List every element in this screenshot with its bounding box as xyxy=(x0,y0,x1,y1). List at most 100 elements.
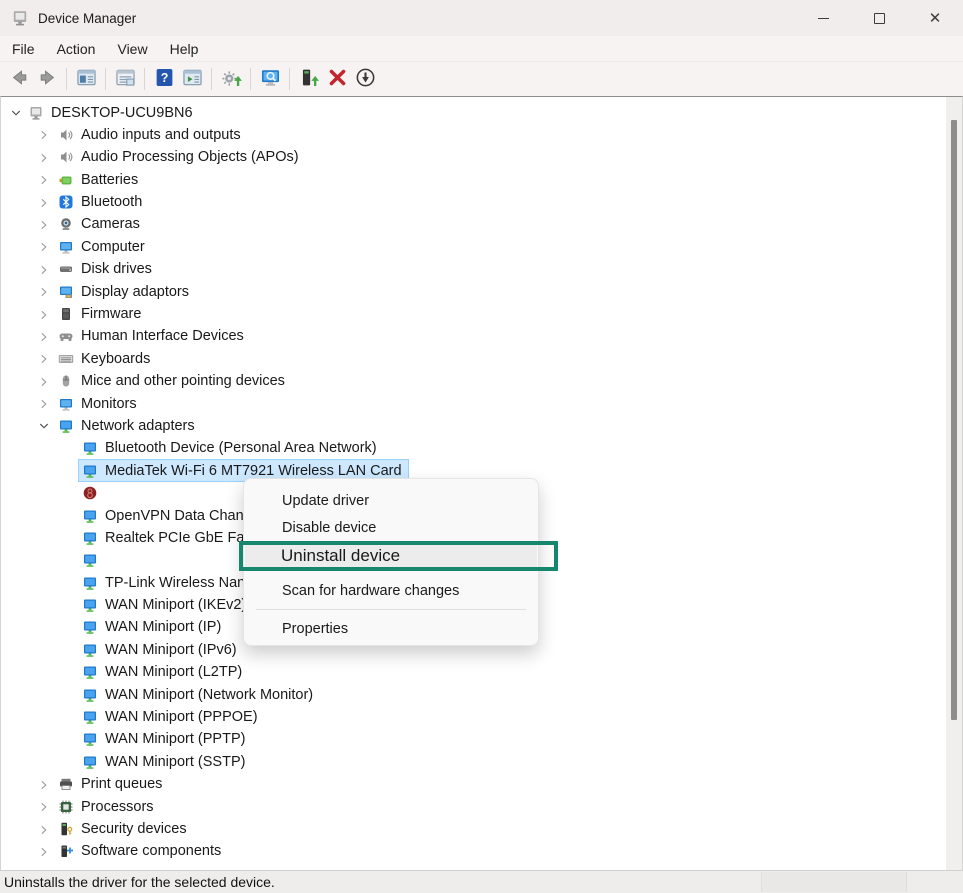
chevron-right-icon[interactable] xyxy=(37,240,51,254)
arrow-right-icon xyxy=(37,67,58,91)
tree-item-processors[interactable]: Processors xyxy=(1,796,946,818)
forward-toolbar-button[interactable] xyxy=(34,66,60,92)
vertical-scrollbar[interactable] xyxy=(946,97,962,871)
chevron-right-icon[interactable] xyxy=(37,778,51,792)
tree-item-content: WAN Miniport (PPPOE) xyxy=(79,707,264,728)
chevron-right-icon[interactable] xyxy=(37,128,51,142)
tree-item-network-adapters[interactable]: Network adapters xyxy=(1,415,946,437)
minimize-button[interactable] xyxy=(795,0,851,36)
network-icon xyxy=(82,597,98,613)
red-emblem-icon xyxy=(82,485,98,501)
tree-item-content xyxy=(79,483,111,504)
maximize-button[interactable] xyxy=(851,0,907,36)
tree-item-wan-miniport-sstp[interactable]: WAN Miniport (SSTP) xyxy=(1,751,946,773)
context-menu-item-uninstall-device[interactable]: Uninstall device xyxy=(245,541,537,571)
tree-item-software-components[interactable]: Software components xyxy=(1,841,946,863)
menu-file[interactable]: File xyxy=(1,39,46,59)
tree-item-monitors[interactable]: Monitors xyxy=(1,393,946,415)
tree-item-content: Audio Processing Objects (APOs) xyxy=(55,147,305,168)
context-menu-separator xyxy=(256,609,526,610)
tree-item-content: Keyboards xyxy=(55,348,156,369)
context-menu-item-disable-device[interactable]: Disable device xyxy=(245,514,537,541)
network-icon xyxy=(82,508,98,524)
tree-item-content: Audio inputs and outputs xyxy=(55,124,247,145)
chevron-right-icon[interactable] xyxy=(37,800,51,814)
processor-icon xyxy=(58,799,74,815)
status-bar-text: Uninstalls the driver for the selected d… xyxy=(4,874,275,890)
tree-item-content: DESKTOP-UCU9BN6 xyxy=(25,102,199,123)
tree-item-wan-miniport-pptp[interactable]: WAN Miniport (PPTP) xyxy=(1,729,946,751)
tree-item-wan-miniport-l2tp[interactable]: WAN Miniport (L2TP) xyxy=(1,662,946,684)
chevron-right-icon[interactable] xyxy=(37,397,51,411)
tree-item-firmware[interactable]: Firmware xyxy=(1,304,946,326)
chevron-right-icon[interactable] xyxy=(37,196,51,210)
close-button[interactable]: ✕ xyxy=(907,0,963,36)
chevron-right-icon[interactable] xyxy=(37,823,51,837)
menu-help[interactable]: Help xyxy=(159,39,210,59)
tree-item-mice-and-other-pointing-devices[interactable]: Mice and other pointing devices xyxy=(1,371,946,393)
arrow-left-icon xyxy=(9,67,30,91)
device-update-icon xyxy=(299,67,320,91)
tree-item-keyboards[interactable]: Keyboards xyxy=(1,348,946,370)
tree-item-label: DESKTOP-UCU9BN6 xyxy=(51,105,193,121)
chevron-right-icon[interactable] xyxy=(37,263,51,277)
tree-item-audio-inputs-and-outputs[interactable]: Audio inputs and outputs xyxy=(1,124,946,146)
chevron-right-icon[interactable] xyxy=(37,375,51,389)
tree-item-human-interface-devices[interactable]: Human Interface Devices xyxy=(1,326,946,348)
tree-item-cameras[interactable]: Cameras xyxy=(1,214,946,236)
uninstall-device-toolbar-button[interactable] xyxy=(324,66,350,92)
tree-item-bluetooth-device-personal-area-network[interactable]: Bluetooth Device (Personal Area Network) xyxy=(1,438,946,460)
tree-item-wan-miniport-pppoe[interactable]: WAN Miniport (PPPOE) xyxy=(1,707,946,729)
help-toolbar-button[interactable]: ? xyxy=(151,66,177,92)
scrollbar-thumb[interactable] xyxy=(951,120,957,720)
disable-device-toolbar-button[interactable] xyxy=(352,66,378,92)
tree-item-label: WAN Miniport (IKEv2) xyxy=(105,597,246,613)
tree-item-label: WAN Miniport (IP) xyxy=(105,619,221,635)
tree-item-security-devices[interactable]: Security devices xyxy=(1,819,946,841)
chevron-right-icon[interactable] xyxy=(37,845,51,859)
chevron-right-icon[interactable] xyxy=(37,285,51,299)
context-menu-item-scan-for-hardware-changes[interactable]: Scan for hardware changes xyxy=(245,577,537,604)
chevron-right-icon[interactable] xyxy=(37,218,51,232)
tree-item-content xyxy=(79,550,111,571)
tree-item-display-adaptors[interactable]: Display adaptors xyxy=(1,281,946,303)
tree-item-disk-drives[interactable]: Disk drives xyxy=(1,259,946,281)
console-tree-icon xyxy=(76,67,97,91)
properties-toolbar-button[interactable] xyxy=(112,66,138,92)
tree-item-print-queues[interactable]: Print queues xyxy=(1,774,946,796)
tree-item-content: OpenVPN Data Chann xyxy=(79,505,258,526)
action-pane-toolbar-button[interactable] xyxy=(179,66,205,92)
chevron-down-icon[interactable] xyxy=(9,106,23,120)
chevron-down-icon[interactable] xyxy=(37,419,51,433)
tree-item-desktop-ucu9bn6[interactable]: DESKTOP-UCU9BN6 xyxy=(1,102,946,124)
tree-item-bluetooth[interactable]: Bluetooth xyxy=(1,192,946,214)
tree-item-content: TP-Link Wireless Nano xyxy=(79,572,259,593)
tree-item-audio-processing-objects-apos[interactable]: Audio Processing Objects (APOs) xyxy=(1,147,946,169)
chevron-right-icon[interactable] xyxy=(37,330,51,344)
tree-item-label: Batteries xyxy=(81,172,138,188)
tree-item-label: OpenVPN Data Chann xyxy=(105,508,252,524)
menu-view[interactable]: View xyxy=(106,39,158,59)
tree-item-wan-miniport-network-monitor[interactable]: WAN Miniport (Network Monitor) xyxy=(1,684,946,706)
back-toolbar-button[interactable] xyxy=(6,66,32,92)
network-icon xyxy=(82,463,98,479)
scan-hardware-changes-toolbar-button[interactable] xyxy=(257,66,283,92)
toolbar-separator xyxy=(250,68,251,90)
chevron-right-icon[interactable] xyxy=(37,173,51,187)
monitor-icon xyxy=(58,239,74,255)
tree-item-content: Network adapters xyxy=(55,415,201,436)
tree-item-computer[interactable]: Computer xyxy=(1,236,946,258)
menu-action[interactable]: Action xyxy=(46,39,107,59)
tree-item-label: Computer xyxy=(81,239,145,255)
chevron-right-icon[interactable] xyxy=(37,308,51,322)
context-menu-item-update-driver[interactable]: Update driver xyxy=(245,487,537,514)
monitor-icon xyxy=(58,396,74,412)
chevron-right-icon[interactable] xyxy=(37,352,51,366)
tree-item-label: Security devices xyxy=(81,821,187,837)
show-console-tree-toolbar-button[interactable] xyxy=(73,66,99,92)
context-menu-item-properties[interactable]: Properties xyxy=(245,615,537,642)
tree-item-batteries[interactable]: Batteries xyxy=(1,169,946,191)
update-device-driver-toolbar-button[interactable] xyxy=(296,66,322,92)
chevron-right-icon[interactable] xyxy=(37,151,51,165)
update-driver-toolbar-button[interactable] xyxy=(218,66,244,92)
